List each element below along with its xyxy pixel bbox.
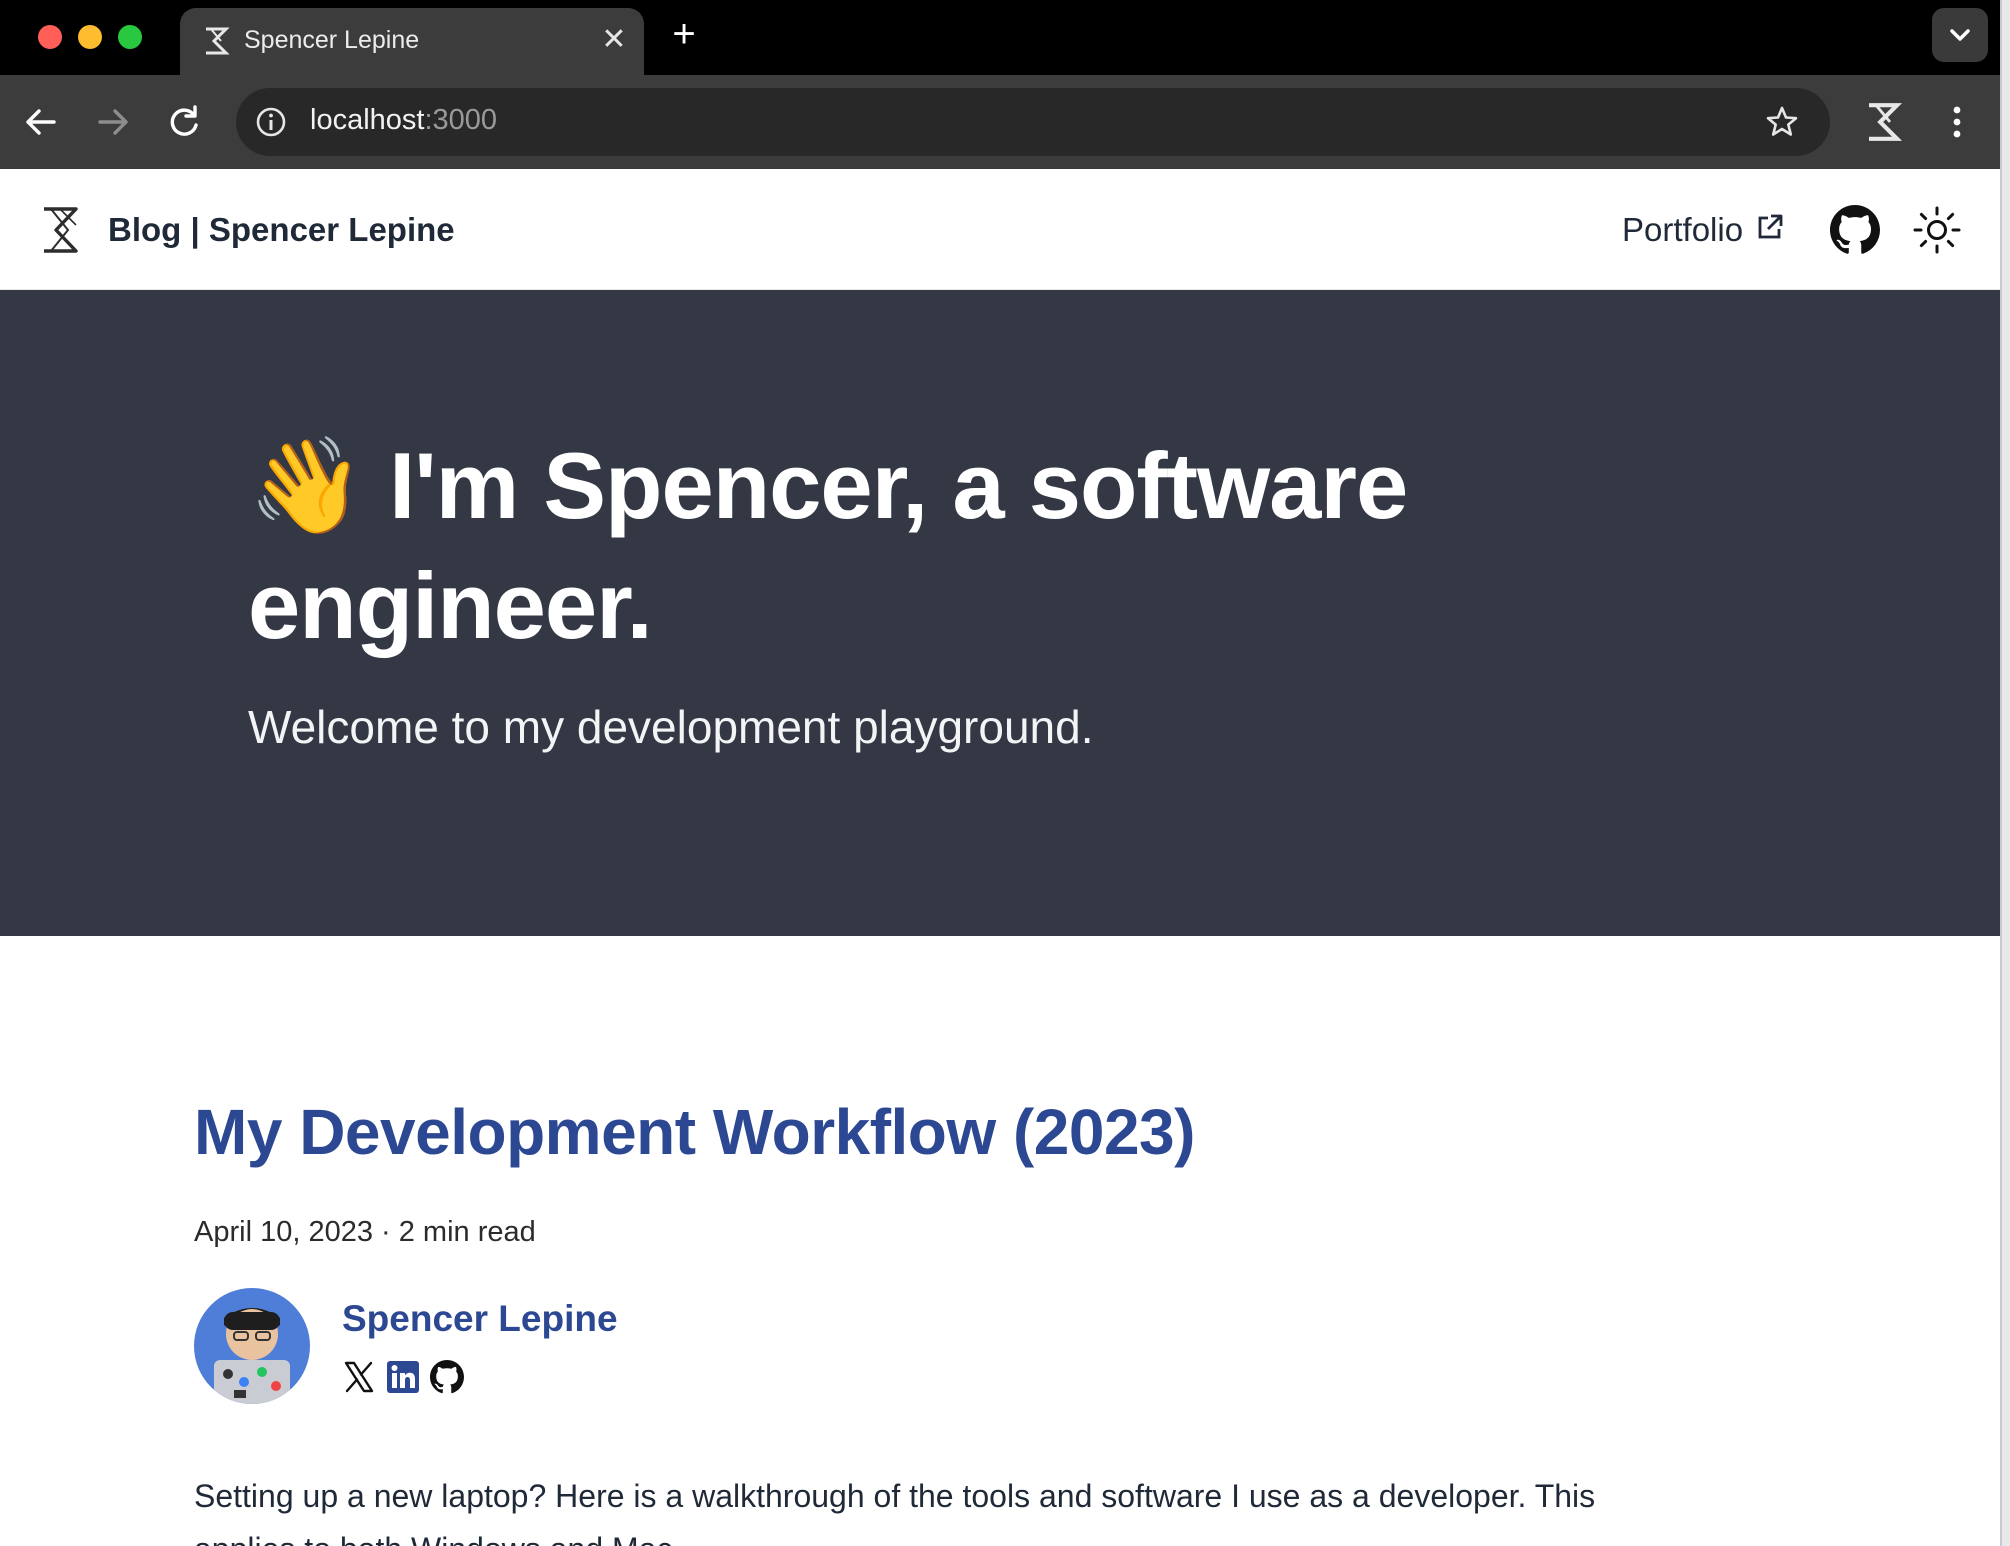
- reload-icon[interactable]: [161, 99, 207, 145]
- address-bar[interactable]: localhost:3000: [236, 88, 1830, 156]
- author-name-link[interactable]: Spencer Lepine: [342, 1298, 618, 1340]
- linkedin-icon[interactable]: [386, 1360, 420, 1394]
- tab-title: Spencer Lepine: [244, 26, 420, 54]
- site-favicon-icon: [206, 27, 230, 55]
- info-icon[interactable]: [254, 105, 288, 139]
- author-avatar-image: [194, 1288, 310, 1404]
- url-host: localhost: [310, 104, 425, 136]
- extension-icon[interactable]: [1862, 101, 1904, 143]
- post-title-link[interactable]: My Development Workflow (2023): [194, 1095, 1195, 1169]
- browser-window: Spencer Lepine ✕ + localhost:3000 Blog |…: [0, 0, 2000, 1546]
- nav-portfolio-link[interactable]: Portfolio: [1622, 211, 1743, 249]
- external-link-icon: [1758, 214, 1783, 239]
- site-logo-icon[interactable]: [38, 205, 82, 255]
- tab-search-button[interactable]: [1932, 8, 1988, 62]
- url-port: :3000: [424, 104, 498, 136]
- x-icon[interactable]: [342, 1360, 376, 1394]
- url-text[interactable]: localhost:3000: [310, 104, 497, 137]
- close-window-button[interactable]: [38, 25, 62, 49]
- browser-toolbar: localhost:3000: [0, 75, 2000, 169]
- new-tab-button[interactable]: +: [664, 14, 704, 54]
- kebab-menu-icon[interactable]: [1934, 99, 1980, 145]
- maximize-window-button[interactable]: [118, 25, 142, 49]
- hero-heading: 👋 I'm Spencer, a software engineer.: [248, 426, 1548, 666]
- post-excerpt: Setting up a new laptop? Here is a walkt…: [194, 1478, 1596, 1546]
- hero-subheading: Welcome to my development playground.: [248, 701, 1094, 753]
- sun-icon[interactable]: [1912, 205, 1962, 255]
- post-meta: April 10, 2023 · 2 min read: [194, 1216, 536, 1248]
- github-icon[interactable]: [1830, 205, 1880, 255]
- arrow-right-icon[interactable]: [90, 99, 136, 145]
- site-title[interactable]: Blog | Spencer Lepine: [108, 211, 455, 249]
- author-avatar: [194, 1288, 310, 1404]
- arrow-left-icon[interactable]: [18, 99, 64, 145]
- github-icon[interactable]: [430, 1360, 464, 1394]
- tab-strip: Spencer Lepine ✕ +: [0, 0, 2000, 75]
- star-icon[interactable]: [1764, 104, 1800, 140]
- close-tab-icon[interactable]: ✕: [596, 22, 632, 58]
- hero-section: 👋 I'm Spencer, a software engineer. Welc…: [0, 290, 2000, 936]
- waving-hand-emoji: 👋: [248, 433, 365, 538]
- browser-tab[interactable]: Spencer Lepine ✕: [180, 8, 644, 75]
- hero-heading-text: I'm Spencer, a software engineer.: [248, 433, 1408, 658]
- minimize-window-button[interactable]: [78, 25, 102, 49]
- window-edge: [2000, 0, 2010, 1546]
- site-header: Blog | Spencer Lepine Portfolio: [0, 169, 2000, 290]
- chevron-down-icon: [1950, 29, 1970, 41]
